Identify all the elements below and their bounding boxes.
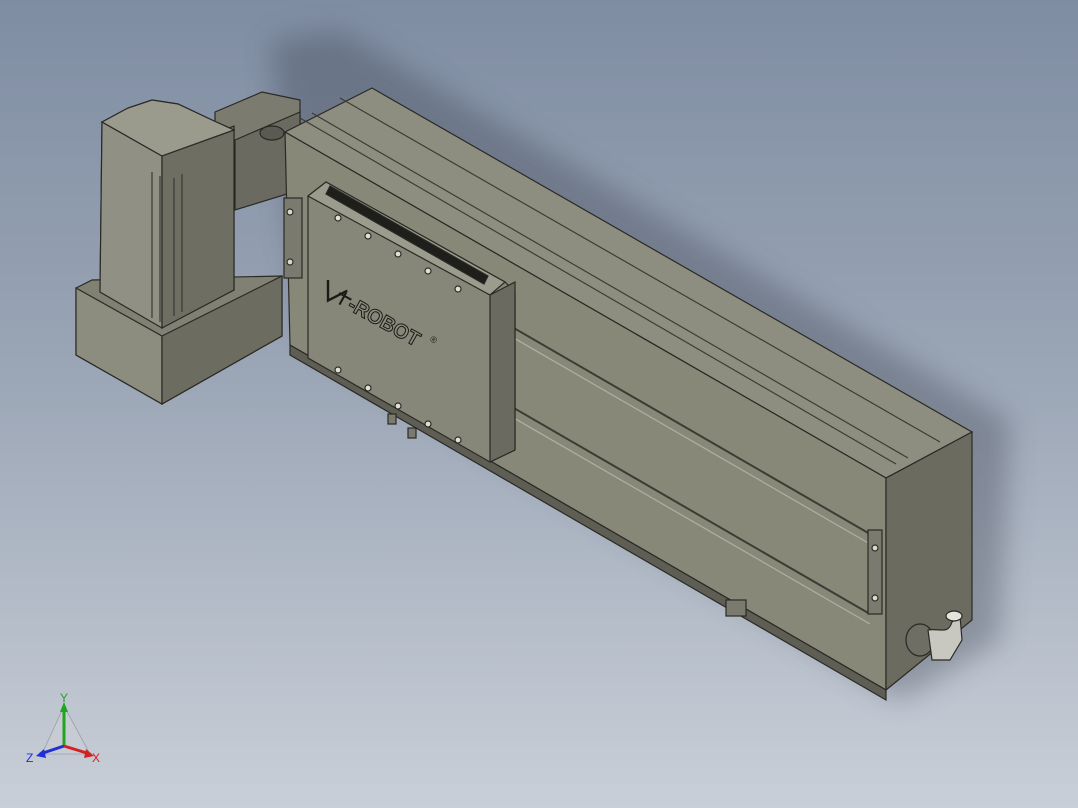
orientation-triad[interactable]: Y X Z [24, 692, 114, 772]
stepper-motor[interactable] [99, 99, 236, 330]
z-axis-label: Z [26, 751, 33, 765]
cad-viewport[interactable]: -ROBOT ® Y X Z [0, 0, 1078, 808]
linear-actuator-model[interactable]: -ROBOT ® [0, 0, 1078, 808]
x-axis-label: X [92, 751, 100, 765]
y-axis-label: Y [60, 692, 68, 705]
